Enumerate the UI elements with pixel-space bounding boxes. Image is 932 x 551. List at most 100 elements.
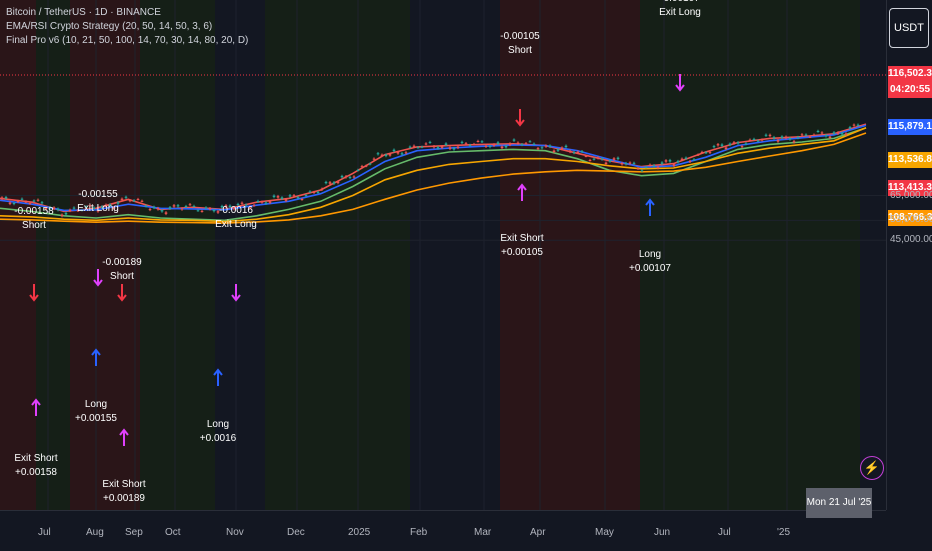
trade-annotation: -0.0016 Exit Long xyxy=(206,204,266,232)
background-band xyxy=(0,0,36,510)
candle-body xyxy=(436,147,440,149)
x-tick-label: Jul xyxy=(38,527,51,538)
lightning-icon[interactable]: ⚡ xyxy=(860,456,884,480)
candle-body xyxy=(396,152,400,154)
candle-body xyxy=(664,160,668,162)
annotation-line: Exit Long xyxy=(77,203,119,214)
candle-body xyxy=(608,160,612,162)
candle-body xyxy=(556,149,560,151)
candle-body xyxy=(772,137,776,139)
candle-body xyxy=(660,162,664,164)
candle-body xyxy=(568,150,572,152)
candle-body xyxy=(840,132,844,135)
candle-body xyxy=(684,157,688,159)
annotation-line: +0.00107 xyxy=(629,263,671,274)
candle-body xyxy=(576,151,580,153)
candle-body xyxy=(340,175,344,178)
annotation-line: Short xyxy=(22,220,46,231)
trade-annotation: -0.00107Exit Long xyxy=(650,0,710,20)
trade-annotation: -0.00158 Short xyxy=(4,205,64,233)
candle-body xyxy=(320,188,324,190)
candle-body xyxy=(652,165,656,167)
annotation-line: Exit Long xyxy=(215,219,257,230)
legend-strategy[interactable]: EMA/RSI Crypto Strategy (20, 50, 14, 50,… xyxy=(6,20,248,34)
background-band xyxy=(70,0,140,510)
candle-body xyxy=(580,151,584,153)
candle-body xyxy=(720,144,724,146)
candle-body xyxy=(736,142,740,144)
candle-body xyxy=(800,134,804,136)
candle-body xyxy=(528,141,532,143)
trade-annotation: Exit Short +0.00105 xyxy=(492,232,552,260)
candle-body xyxy=(764,134,768,136)
candle-body xyxy=(156,208,160,210)
candle-body xyxy=(200,210,204,212)
candle-body xyxy=(192,206,196,208)
trade-annotation: -0.00189 Short xyxy=(92,256,152,284)
annotation-line: +0.00158 xyxy=(15,467,57,478)
candle-body xyxy=(36,199,40,201)
x-tick-label: 2025 xyxy=(348,527,371,538)
candle-body xyxy=(424,143,428,145)
candle-body xyxy=(32,200,36,202)
candle-body xyxy=(164,212,168,214)
candle-body xyxy=(752,138,756,140)
candle-body xyxy=(688,161,692,163)
candle-body xyxy=(496,142,500,144)
annotation-line: Long xyxy=(206,419,230,430)
background-band xyxy=(410,0,500,510)
candle-body xyxy=(524,143,528,145)
annotation-line: Exit Short xyxy=(14,453,58,464)
candle-body xyxy=(560,147,564,150)
candle-body xyxy=(352,176,356,178)
candle-body xyxy=(540,147,544,149)
candle-body xyxy=(472,144,476,146)
candle-body xyxy=(624,163,628,165)
candle-body xyxy=(404,152,408,154)
candle-body xyxy=(616,157,620,160)
trade-annotation: Long +0.00155 xyxy=(66,398,126,426)
candle-body xyxy=(180,208,184,210)
candle-body xyxy=(4,197,8,199)
candle-body xyxy=(708,151,712,153)
candle-body xyxy=(256,200,260,202)
annotation-line: -0.00189 xyxy=(102,257,142,268)
candle-body xyxy=(40,202,44,204)
price-badge: 113,536.85 xyxy=(888,152,932,168)
candle-body xyxy=(412,145,416,147)
candle-body xyxy=(392,149,396,152)
candle-body xyxy=(792,141,796,143)
annotation-line: Short xyxy=(508,45,532,56)
candle-body xyxy=(280,197,284,199)
annotation-line: Short xyxy=(110,271,134,282)
annotation-line: Exit Short xyxy=(102,479,146,490)
currency-button[interactable]: USDT xyxy=(889,8,929,48)
candle-body xyxy=(356,169,360,171)
candle-body xyxy=(296,197,300,199)
candle-body xyxy=(408,146,412,148)
candle-body xyxy=(548,145,552,147)
legend-symbol[interactable]: Bitcoin / TetherUS · 1D · BINANCE xyxy=(6,6,248,20)
candle-body xyxy=(308,191,312,193)
y-tick-label: 53,000.00 xyxy=(890,214,932,226)
candle-body xyxy=(784,136,788,139)
annotation-line: Long xyxy=(84,399,108,410)
candle-body xyxy=(380,154,384,156)
candle-body xyxy=(808,136,812,138)
x-tick-label: Jun xyxy=(654,527,671,538)
candle-body xyxy=(276,196,280,198)
price-chart[interactable] xyxy=(0,0,886,510)
trade-annotation: -0.00155 Exit Long xyxy=(68,188,128,216)
candle-body xyxy=(812,134,816,136)
candle-body xyxy=(744,143,748,145)
candle-body xyxy=(620,163,624,165)
legend-indicator[interactable]: Final Pro v6 (10, 21, 50, 100, 14, 70, 3… xyxy=(6,34,248,48)
candle-body xyxy=(564,145,568,148)
candle-body xyxy=(692,159,696,161)
candle-body xyxy=(760,139,764,141)
candle-body xyxy=(456,146,460,148)
x-tick-label: Dec xyxy=(287,527,305,538)
crosshair-date-label: Mon 21 Jul '25 xyxy=(806,488,872,518)
candle-body xyxy=(176,205,180,207)
candle-body xyxy=(468,145,472,147)
